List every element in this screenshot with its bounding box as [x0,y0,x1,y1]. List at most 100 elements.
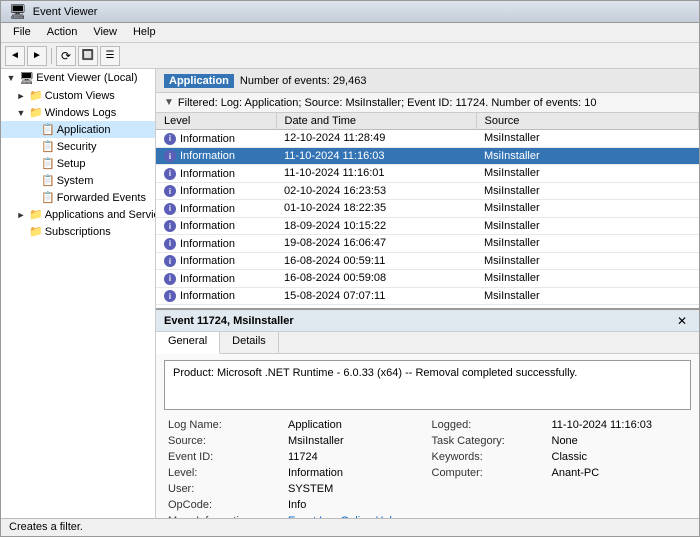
events-header: Application Number of events: 29,463 [156,69,699,93]
info-icon: i [164,273,176,285]
events-table[interactable]: Level Date and Time Source iInformation1… [156,113,699,308]
cell-source: MsiInstaller [476,252,699,270]
filter-button[interactable]: ☰ [100,46,120,66]
empty3 [428,498,548,512]
properties-button[interactable]: 🔲 [78,46,98,66]
menu-help[interactable]: Help [125,25,164,40]
info-icon: i [164,185,176,197]
cell-level: iInformation [156,130,276,148]
sidebar-item-custom-views[interactable]: ► 📁 Custom Views [1,87,155,104]
empty4 [548,498,692,512]
opcode-label: OpCode: [164,498,284,512]
menu-file[interactable]: File [5,25,39,40]
cell-level: iInformation [156,287,276,305]
status-text: Creates a filter. [9,521,83,533]
table-header: Level Date and Time Source [156,113,699,130]
empty2 [548,482,692,496]
tab-general[interactable]: General [156,332,220,354]
info-icon: i [164,220,176,232]
toolbar-separator [51,48,52,64]
cell-level: iInformation [156,270,276,288]
sidebar-item-app-services-logs[interactable]: ► 📁 Applications and Services Lo... [1,206,155,223]
sidebar-item-forwarded-events[interactable]: 📋 Forwarded Events [1,189,155,206]
expand-icon: ► [15,90,27,102]
filter-text: Filtered: Log: Application; Source: MsiI… [178,97,597,109]
col-datetime: Date and Time [276,113,476,130]
sidebar-label-windows-logs: Windows Logs [45,107,117,119]
cell-level: iInformation [156,217,276,235]
sidebar-item-subscriptions[interactable]: 📁 Subscriptions [1,223,155,240]
level-label: Level: [164,466,284,480]
cell-datetime: 18-09-2024 10:15:22 [276,217,476,235]
table-row[interactable]: iInformation18-09-2024 10:15:22MsiInstal… [156,217,699,235]
tab-details[interactable]: Details [220,332,279,353]
task-category-value: None [548,434,692,448]
logged-label: Logged: [428,418,548,432]
forward-button[interactable]: ► [27,46,47,66]
sidebar-item-setup[interactable]: 📋 Setup [1,155,155,172]
table-row[interactable]: iInformation16-08-2024 00:59:08MsiInstal… [156,270,699,288]
menu-action[interactable]: Action [39,25,86,40]
table-row[interactable]: iInformation11-10-2024 11:16:01MsiInstal… [156,165,699,183]
table-row[interactable]: iInformation15-08-2024 07:07:11MsiInstal… [156,287,699,305]
info-icon: i [164,150,176,162]
sidebar-item-windows-logs[interactable]: ▼ 📁 Windows Logs [1,104,155,121]
log-icon: 📋 [41,140,55,153]
info-icon: i [164,290,176,302]
event-message: Product: Microsoft .NET Runtime - 6.0.33… [164,360,691,410]
sidebar-item-application[interactable]: 📋 Application [1,121,155,138]
keywords-value: Classic [548,450,692,464]
folder-icon: 📁 [29,225,43,238]
table-row[interactable]: iInformation11-10-2024 11:16:03MsiInstal… [156,147,699,165]
cell-source: MsiInstaller [476,287,699,305]
cell-level: iInformation [156,165,276,183]
computer-icon: 🖥 [19,71,34,85]
folder-icon: 📁 [29,208,43,221]
close-button[interactable]: ✕ [673,314,691,328]
sidebar-label-event-viewer-local: Event Viewer (Local) [36,72,137,84]
table-row[interactable]: iInformation12-10-2024 11:28:49MsiInstal… [156,130,699,148]
expand-spacer [27,158,39,170]
user-value: SYSTEM [284,482,428,496]
opcode-value: Info [284,498,428,512]
back-button[interactable]: ◄ [5,46,25,66]
cell-datetime: 01-10-2024 18:22:35 [276,200,476,218]
events-count: Number of events: 29,463 [240,75,367,87]
col-level: Level [156,113,276,130]
event-id-label: Event ID: [164,450,284,464]
status-bar: Creates a filter. [1,518,699,536]
expand-icon: ▼ [15,107,27,119]
level-value: Information [284,466,428,480]
cell-datetime: 19-08-2024 16:06:47 [276,235,476,253]
filter-icon: ▼ [164,97,174,108]
cell-datetime: 16-08-2024 00:59:08 [276,270,476,288]
sidebar: ▼ 🖥 Event Viewer (Local) ► 📁 Custom View… [1,69,156,518]
title-bar: 🖥 Event Viewer [1,1,699,23]
cell-level: iInformation [156,147,276,165]
toolbar: ◄ ► ⟳ 🔲 ☰ [1,43,699,69]
user-label: User: [164,482,284,496]
table-row[interactable]: iInformation16-08-2024 00:59:11MsiInstal… [156,252,699,270]
table-row[interactable]: iInformation19-08-2024 16:06:47MsiInstal… [156,235,699,253]
cell-source: MsiInstaller [476,165,699,183]
expand-spacer [27,141,39,153]
sidebar-item-security[interactable]: 📋 Security [1,138,155,155]
expand-spacer [27,124,39,136]
sidebar-label-custom-views: Custom Views [45,90,115,102]
cell-datetime: 11-10-2024 11:16:03 [276,147,476,165]
sidebar-item-system[interactable]: 📋 System [1,172,155,189]
logged-value: 11-10-2024 11:16:03 [548,418,692,432]
log-icon: 📋 [41,123,55,136]
cell-datetime: 16-08-2024 00:59:11 [276,252,476,270]
cell-level: iInformation [156,235,276,253]
detail-fields: Log Name: Application Logged: 11-10-2024… [164,418,691,518]
menu-view[interactable]: View [85,25,125,40]
event-viewer-window: 🖥 Event Viewer File Action View Help ◄ ►… [0,0,700,537]
table-row[interactable]: iInformation02-10-2024 16:23:53MsiInstal… [156,182,699,200]
window-title: Event Viewer [33,6,98,18]
table-row[interactable]: iInformation01-10-2024 18:22:35MsiInstal… [156,200,699,218]
sidebar-item-event-viewer-local[interactable]: ▼ 🖥 Event Viewer (Local) [1,69,155,87]
expand-spacer [27,192,39,204]
refresh-button[interactable]: ⟳ [56,46,76,66]
sidebar-label-forwarded-events: Forwarded Events [57,192,146,204]
